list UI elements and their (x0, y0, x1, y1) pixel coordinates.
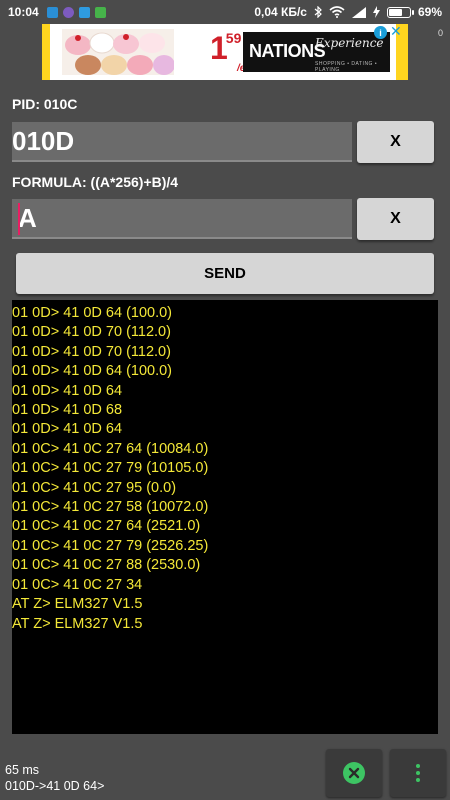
ad-content[interactable]: 159 /ea NATIONS Experience SHOPPING • DA… (50, 23, 402, 80)
text-cursor (18, 203, 20, 235)
pid-input[interactable] (12, 122, 352, 160)
mail-icon (78, 6, 90, 18)
console-line: 01 0C> 41 0C 27 34 (12, 576, 143, 593)
console-line: 01 0C> 41 0C 27 64 (2521.0) (12, 518, 201, 535)
app-icon (94, 6, 106, 18)
console-line: 01 0C> 41 0C 27 88 (2530.0) (12, 557, 201, 574)
battery-icon (386, 6, 414, 18)
ad-price: 159 /ea (210, 30, 251, 74)
status-bar: 10:04 0,04 КБ/с 69% (0, 0, 450, 24)
battery-percent: 69% (417, 5, 442, 19)
console-line: 01 0C> 41 0C 27 58 (10072.0) (12, 499, 209, 516)
console-output[interactable]: 01 0D> 41 0D 64 (100.0) 01 0D> 41 0D 70 … (12, 300, 438, 734)
status-right: 0,04 КБ/с 69% (254, 5, 442, 19)
signal-icon (351, 6, 366, 18)
close-circle-icon (343, 762, 365, 784)
network-speed: 0,04 КБ/с (254, 5, 307, 19)
bluetooth-icon (314, 6, 322, 18)
last-response-text: 010D->41 0D 64> (5, 779, 105, 793)
console-line: 01 0C> 41 0C 27 64 (10084.0) (12, 440, 209, 457)
clear-pid-button[interactable]: X (357, 121, 434, 163)
console-line: 01 0C> 41 0C 27 79 (2526.25) (12, 537, 209, 554)
clear-formula-button[interactable]: X (357, 198, 434, 240)
console-line: 01 0D> 41 0D 64 (100.0) (12, 363, 173, 380)
viber-icon (62, 6, 74, 18)
console-line: 01 0C> 41 0C 27 79 (10105.0) (12, 460, 209, 477)
console-line: AT Z> ELM327 V1.5 (12, 615, 143, 632)
console-line: 01 0C> 41 0C 27 95 (0.0) (12, 479, 177, 496)
wifi-icon (329, 6, 345, 18)
location-icon (46, 6, 58, 18)
pid-field[interactable] (12, 122, 352, 162)
console-line: 01 0D> 41 0D 64 (12, 421, 123, 438)
console-line: 01 0D> 41 0D 64 (12, 382, 123, 399)
overflow-menu-button[interactable] (390, 749, 446, 797)
formula-field[interactable] (12, 199, 352, 239)
console-line: AT Z> ELM327 V1.5 (12, 596, 143, 613)
console-line: 01 0D> 41 0D 68 (12, 402, 123, 419)
ad-brand-logo: NATIONS Experience SHOPPING • DATING • P… (243, 32, 390, 73)
status-time: 10:04 (8, 5, 39, 19)
console-line: 01 0D> 41 0D 64 (100.0) (12, 305, 173, 321)
send-button[interactable]: SEND (16, 253, 434, 294)
console-line: 01 0D> 41 0D 70 (112.0) (12, 324, 171, 341)
console-line: 01 0D> 41 0D 70 (112.0) (12, 343, 171, 360)
cupcakes-image (62, 29, 174, 75)
ad-counter: 0 (438, 28, 444, 38)
charging-icon (372, 6, 380, 18)
formula-input[interactable] (12, 199, 352, 237)
notification-icons (46, 6, 106, 18)
pid-label: PID: 010C (12, 96, 78, 112)
formula-label: FORMULA: ((A*256)+B)/4 (12, 174, 179, 190)
ad-info-icon[interactable]: i (374, 26, 387, 39)
ad-banner[interactable]: 159 /ea NATIONS Experience SHOPPING • DA… (42, 23, 408, 80)
disconnect-button[interactable] (326, 749, 382, 797)
more-vert-icon (416, 764, 420, 782)
timing-text: 65 ms (5, 763, 40, 777)
ad-close-icon[interactable]: ✕ (390, 23, 402, 40)
